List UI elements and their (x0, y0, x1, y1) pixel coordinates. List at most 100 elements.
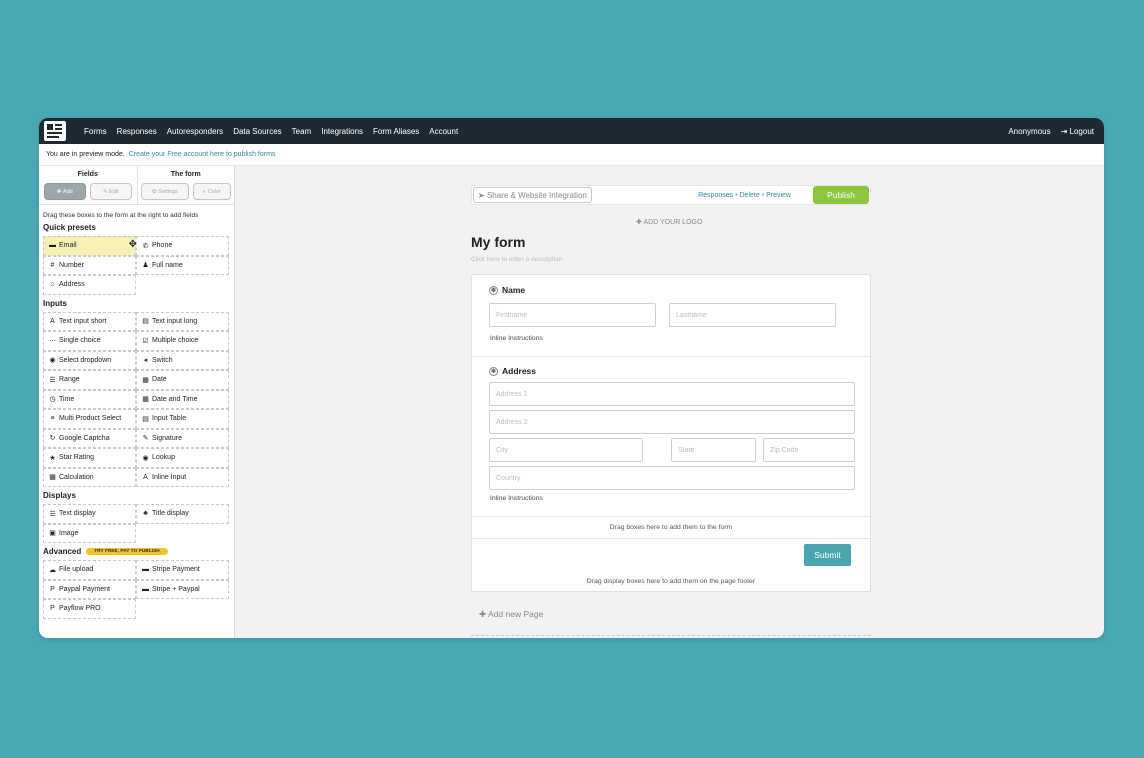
field-address[interactable]: ⌂ Address (43, 275, 136, 295)
address1-input[interactable]: Address 1 (489, 382, 855, 406)
field-single-choice[interactable]: ⋯ Single choice (43, 331, 136, 351)
color-tab-button[interactable]: ◐ Color (192, 183, 231, 200)
state-input[interactable]: State (671, 438, 756, 462)
hash-icon: # (50, 261, 55, 269)
name-field-label: ✱ Name (489, 285, 525, 295)
field-full-name[interactable]: ♟ Full name (136, 255, 229, 275)
field-paypal-payment[interactable]: P Paypal Payment (43, 579, 136, 599)
inputs-heading: Inputs (43, 298, 67, 308)
nav-team[interactable]: Team (292, 127, 312, 136)
stripe-payment-icon: ▬ (142, 566, 149, 574)
field-time[interactable]: ◷ Time (43, 389, 136, 409)
nav-account[interactable]: Account (429, 127, 458, 136)
form-description[interactable]: Click here to enter a description (471, 256, 562, 263)
field-switch[interactable]: ◂ Switch (136, 350, 229, 370)
field-stripe-payment[interactable]: ▬ Stripe Payment (136, 560, 229, 580)
field-text-input-short[interactable]: A Text input short (43, 311, 136, 331)
user-name[interactable]: Anonymous (1008, 127, 1050, 136)
envelope-icon: ▬ (49, 242, 56, 250)
field-label: Switch (152, 356, 173, 364)
add-tab-button[interactable]: ✚ Add (43, 183, 86, 200)
edit-tab-button[interactable]: ✎ Edit (89, 183, 132, 200)
firstname-input[interactable]: Firstname (489, 303, 656, 327)
nav-responses[interactable]: Responses (117, 127, 157, 136)
field-number[interactable]: # Number (43, 255, 136, 275)
field-label: Date and Time (152, 395, 198, 403)
form-drop-zone[interactable]: Drag boxes here to add them to the form (472, 524, 870, 531)
address2-input[interactable]: Address 2 (489, 410, 855, 434)
field-select-dropdown[interactable]: ◉ Select dropdown (43, 350, 136, 370)
field-label: Signature (152, 434, 182, 442)
share-integration-button[interactable]: ➤ Share & Website Integration (473, 187, 592, 203)
field-text-display[interactable]: ☰ Text display (43, 504, 136, 524)
field-label: Text input short (59, 317, 107, 325)
field-multi-product-select[interactable]: ≡ Multi Product Select (43, 409, 136, 429)
field-label: Text input long (152, 317, 198, 325)
form-title[interactable]: My form (471, 234, 525, 250)
field-title-display[interactable]: ♣ Title display (136, 504, 229, 524)
app-logo[interactable] (44, 121, 66, 141)
add-logo-label: ADD YOUR LOGO (643, 219, 703, 226)
user-icon: ♟ (142, 262, 149, 270)
logout-icon: ⇥ (1060, 126, 1068, 136)
responses-link[interactable]: Responses (698, 192, 733, 199)
file-upload-icon: ☁ (49, 566, 56, 574)
field-date[interactable]: ▦ Date (136, 370, 229, 390)
field-star-rating[interactable]: ★ Star Rating (43, 448, 136, 468)
pencil-icon: ✎ (102, 188, 108, 195)
field-calculation[interactable]: ▦ Calculation (43, 467, 136, 487)
add-page-label: Add new Page (488, 609, 544, 619)
create-account-link[interactable]: Create your Free account here to publish… (129, 151, 276, 158)
title-display-icon: ♣ (143, 510, 148, 518)
nav-integrations[interactable]: Integrations (321, 127, 363, 136)
city-input[interactable]: City (489, 438, 643, 462)
time-icon: ◷ (49, 396, 56, 404)
field-image[interactable]: ▣ Image (43, 523, 136, 543)
field-signature[interactable]: ✎ Signature (136, 428, 229, 448)
logout-link[interactable]: ⇥ Logout (1061, 127, 1094, 136)
field-range[interactable]: ☰ Range (43, 370, 136, 390)
field-stripe-paypal[interactable]: ▬ Stripe + Paypal (136, 579, 229, 599)
quick-presets-heading: Quick presets (43, 223, 96, 232)
field-label: Star Rating (59, 454, 95, 462)
field-email[interactable]: ▬ Email ✥ (43, 236, 137, 256)
field-google-captcha[interactable]: ↻ Google Captcha (43, 428, 136, 448)
field-payflow-pro[interactable]: P Payflow PRO (43, 599, 136, 619)
publish-button[interactable]: Publish (813, 186, 869, 204)
add-logo-link[interactable]: ✚ ADD YOUR LOGO (636, 218, 702, 226)
footer-drop-zone[interactable]: Drag display boxes here to add them on t… (472, 578, 870, 585)
submit-button[interactable]: Submit (804, 544, 851, 566)
field-label: Select dropdown (59, 356, 112, 364)
field-text-input-long[interactable]: ▤ Text input long (136, 311, 229, 331)
add-page-link[interactable]: ✚ Add new Page (479, 609, 543, 620)
range-icon: ☰ (49, 376, 56, 384)
field-date-and-time[interactable]: ▦ Date and Time (136, 389, 229, 409)
field-lookup[interactable]: ◉ Lookup (136, 448, 229, 468)
name-label-text: Name (502, 285, 526, 295)
nav-form-aliases[interactable]: Form Aliases (373, 127, 419, 136)
field-multiple-choice[interactable]: ☑ Multiple choice (136, 331, 229, 351)
displays-heading: Displays (43, 491, 76, 500)
field-inline-input[interactable]: A Inline Input (136, 467, 229, 487)
text-input-short-icon: A (50, 317, 55, 325)
delete-link[interactable]: Delete (740, 192, 760, 199)
preview-link[interactable]: Preview (766, 192, 791, 199)
field-input-table[interactable]: ▤ Input Table (136, 409, 229, 429)
field-file-upload[interactable]: ☁ File upload (43, 560, 136, 580)
settings-tab-button[interactable]: ⚙ Settings (140, 183, 189, 200)
logout-label: Logout (1069, 126, 1094, 136)
nav-data-sources[interactable]: Data Sources (233, 127, 281, 136)
nav-forms[interactable]: Forms (84, 127, 107, 136)
lastname-input[interactable]: Lastname (669, 303, 836, 327)
field-label: Address (59, 281, 85, 289)
field-phone[interactable]: ✆ Phone (136, 236, 229, 256)
country-input[interactable]: Country (489, 466, 855, 490)
zip-input[interactable]: Zip Code (763, 438, 855, 462)
field-label: Multi Product Select (59, 415, 122, 423)
plus-icon: ✚ (479, 609, 487, 619)
signature-icon: ✎ (142, 435, 149, 443)
main-nav: Forms Responses Autoresponders Data Sour… (84, 127, 458, 136)
switch-icon: ◂ (143, 357, 148, 365)
nav-autoresponders[interactable]: Autoresponders (167, 127, 223, 136)
payflow-pro-icon: P (50, 605, 55, 613)
